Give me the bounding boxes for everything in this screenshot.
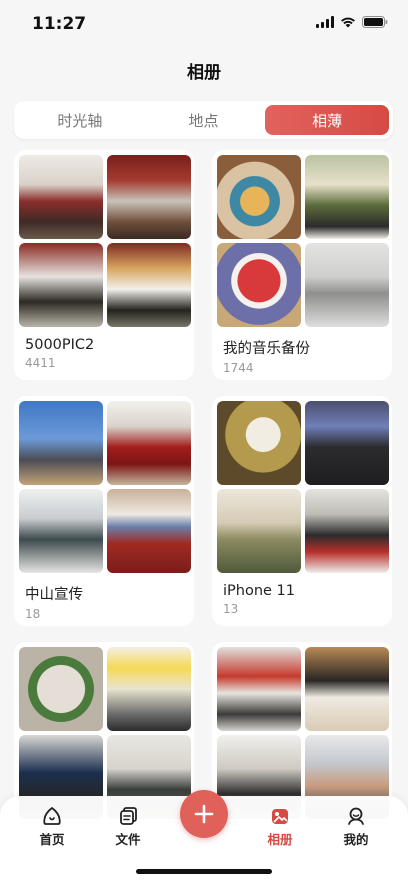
- album-photo-thumbnail: [107, 401, 191, 485]
- album-card[interactable]: iPhone 11 13: [212, 396, 392, 626]
- album-card[interactable]: 我的音乐备份 1744: [212, 150, 392, 380]
- album-photo-thumbnail: [107, 155, 191, 239]
- album-photo-thumbnail: [217, 647, 301, 731]
- album-name: 我的音乐备份: [223, 341, 310, 357]
- album-photo-thumbnail: [19, 243, 103, 327]
- tab-album[interactable]: 相册: [250, 806, 310, 848]
- album-thumbnails: [19, 647, 191, 819]
- tab-label: 相册: [267, 832, 293, 847]
- album-photo-thumbnail: [19, 155, 103, 239]
- album-icon: [272, 809, 288, 824]
- album-thumbnails: [19, 155, 191, 327]
- album-name: 中山宣传: [25, 587, 83, 603]
- wifi-icon: [340, 16, 356, 28]
- tab-albums[interactable]: 相薄: [265, 105, 390, 135]
- album-name: iPhone 11: [223, 583, 296, 599]
- tab-label: 首页: [39, 832, 65, 847]
- album-count: 18: [25, 607, 41, 621]
- status-icons: [316, 16, 388, 28]
- view-segmented-control: 时光轴 地点 相薄: [14, 101, 393, 139]
- album-photo-thumbnail: [19, 489, 103, 573]
- album-name: 5000PIC2: [25, 337, 95, 353]
- album-photo-thumbnail: [305, 401, 389, 485]
- tab-files[interactable]: 文件: [98, 806, 158, 848]
- profile-icon: [348, 807, 364, 825]
- album-photo-thumbnail: [217, 489, 301, 573]
- cellular-signal-icon: [316, 16, 334, 28]
- album-photo-thumbnail: [217, 155, 301, 239]
- album-count: 1744: [223, 361, 254, 375]
- album-photo-thumbnail: [107, 489, 191, 573]
- page-title: 相册: [187, 63, 221, 83]
- album-photo-thumbnail: [305, 489, 389, 573]
- status-bar: 11:27: [0, 0, 408, 48]
- album-photo-thumbnail: [217, 243, 301, 327]
- album-photo-thumbnail: [305, 155, 389, 239]
- status-time: 11:27: [32, 14, 87, 34]
- album-photo-thumbnail: [305, 647, 389, 731]
- tab-home[interactable]: 首页: [22, 806, 82, 848]
- home-indicator: [136, 869, 272, 874]
- tab-places[interactable]: 地点: [142, 105, 266, 135]
- album-count: 4411: [25, 356, 56, 370]
- album-photo-thumbnail: [107, 647, 191, 731]
- album-thumbnails: [217, 647, 389, 819]
- tab-label: 我的: [343, 832, 369, 847]
- album-photo-thumbnail: [217, 401, 301, 485]
- album-card[interactable]: 中山宣传 18: [14, 396, 194, 626]
- tab-label: 文件: [115, 832, 141, 847]
- album-count: 13: [223, 602, 239, 616]
- home-icon: [43, 807, 61, 825]
- album-photo-thumbnail: [19, 647, 103, 731]
- battery-icon: [362, 16, 388, 28]
- plus-icon: [194, 804, 214, 824]
- files-icon: [120, 807, 137, 825]
- album-thumbnails: [217, 155, 389, 327]
- album-thumbnails: [217, 401, 389, 573]
- add-button[interactable]: [180, 790, 228, 838]
- album-photo-thumbnail: [19, 401, 103, 485]
- album-card[interactable]: 5000PIC2 4411: [14, 150, 194, 380]
- tab-timeline[interactable]: 时光轴: [18, 105, 142, 135]
- album-photo-thumbnail: [305, 243, 389, 327]
- tab-profile[interactable]: 我的: [326, 806, 386, 848]
- album-thumbnails: [19, 401, 191, 573]
- album-photo-thumbnail: [107, 243, 191, 327]
